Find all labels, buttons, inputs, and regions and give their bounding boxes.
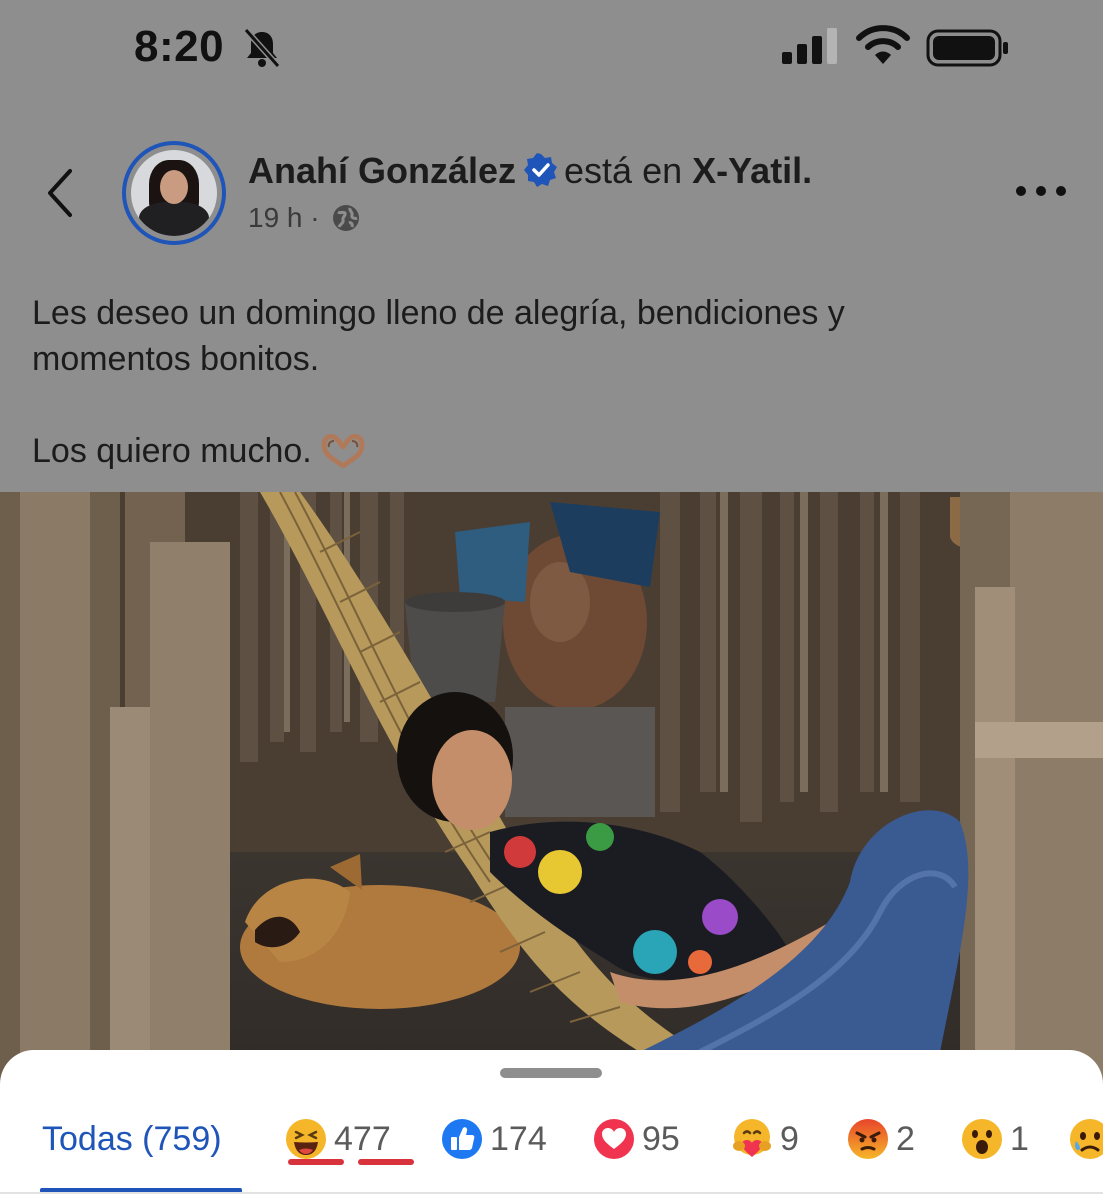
cellular-signal-icon: [782, 28, 837, 64]
status-time: 8:20: [134, 22, 225, 71]
post-caption: Les deseo un domingo lleno de alegría, b…: [32, 290, 1072, 474]
tab-all-reactions[interactable]: Todas (759): [42, 1112, 222, 1166]
location-link[interactable]: X-Yatil.: [692, 150, 812, 191]
heart-hands-emoji-icon: [321, 433, 365, 468]
caption-line: Les deseo un domingo lleno de alegría, b…: [32, 294, 845, 332]
tab-sad[interactable]: [1068, 1112, 1103, 1166]
tab-angry[interactable]: 2: [846, 1112, 915, 1166]
verified-badge-icon: [524, 153, 558, 187]
red-annotation-mark: [288, 1159, 344, 1165]
tab-love[interactable]: 95: [592, 1112, 680, 1166]
avatar-photo: [131, 150, 217, 236]
wow-count: 1: [1010, 1119, 1029, 1158]
more-options-icon[interactable]: [1014, 180, 1068, 202]
status-bar: 8:20: [0, 0, 1103, 100]
sheet-divider: [0, 1192, 1103, 1194]
angry-count: 2: [896, 1119, 915, 1158]
reactions-sheet: Todas (759) 477 174 95 9 2 1: [0, 1050, 1103, 1200]
reaction-tabs: Todas (759) 477 174 95 9 2 1: [0, 1112, 1103, 1172]
location-prefix: está en: [564, 150, 683, 191]
tab-wow[interactable]: 1: [960, 1112, 1029, 1166]
red-annotation-mark: [358, 1159, 414, 1165]
globe-icon: [333, 205, 360, 231]
tab-care[interactable]: 9: [730, 1112, 799, 1166]
haha-reaction-icon: [286, 1119, 326, 1159]
meta-separator: ·: [310, 202, 320, 233]
tab-haha[interactable]: 477: [284, 1112, 391, 1166]
caption-closing: Los quiero mucho.: [32, 432, 312, 470]
avatar[interactable]: [122, 141, 226, 245]
wifi-icon: [856, 25, 910, 64]
haha-count: 477: [334, 1119, 391, 1158]
sheet-grabber[interactable]: [500, 1068, 602, 1078]
like-reaction-icon: [442, 1119, 482, 1159]
bell-slash-icon: [243, 28, 281, 68]
tab-like[interactable]: 174: [440, 1112, 547, 1166]
post-time: 19 h: [248, 202, 303, 233]
angry-reaction-icon: [848, 1119, 888, 1159]
care-reaction-icon: [733, 1119, 771, 1157]
wow-reaction-icon: [962, 1119, 1002, 1159]
post-meta: 19 h ·: [248, 202, 361, 234]
battery-icon: [926, 29, 1008, 67]
tab-all-label: Todas (759): [42, 1119, 222, 1158]
caption-line: momentos bonitos.: [32, 340, 320, 378]
love-reaction-icon: [594, 1119, 634, 1159]
caption-closing-line: Los quiero mucho.: [32, 428, 1072, 474]
love-count: 95: [642, 1119, 680, 1158]
sad-reaction-icon: [1070, 1119, 1103, 1159]
author-name[interactable]: Anahí González: [248, 150, 516, 191]
like-count: 174: [490, 1119, 547, 1158]
care-count: 9: [780, 1119, 799, 1158]
post-header-line: Anahí González está en X-Yatil.: [248, 150, 812, 192]
back-chevron-icon[interactable]: [40, 165, 84, 221]
